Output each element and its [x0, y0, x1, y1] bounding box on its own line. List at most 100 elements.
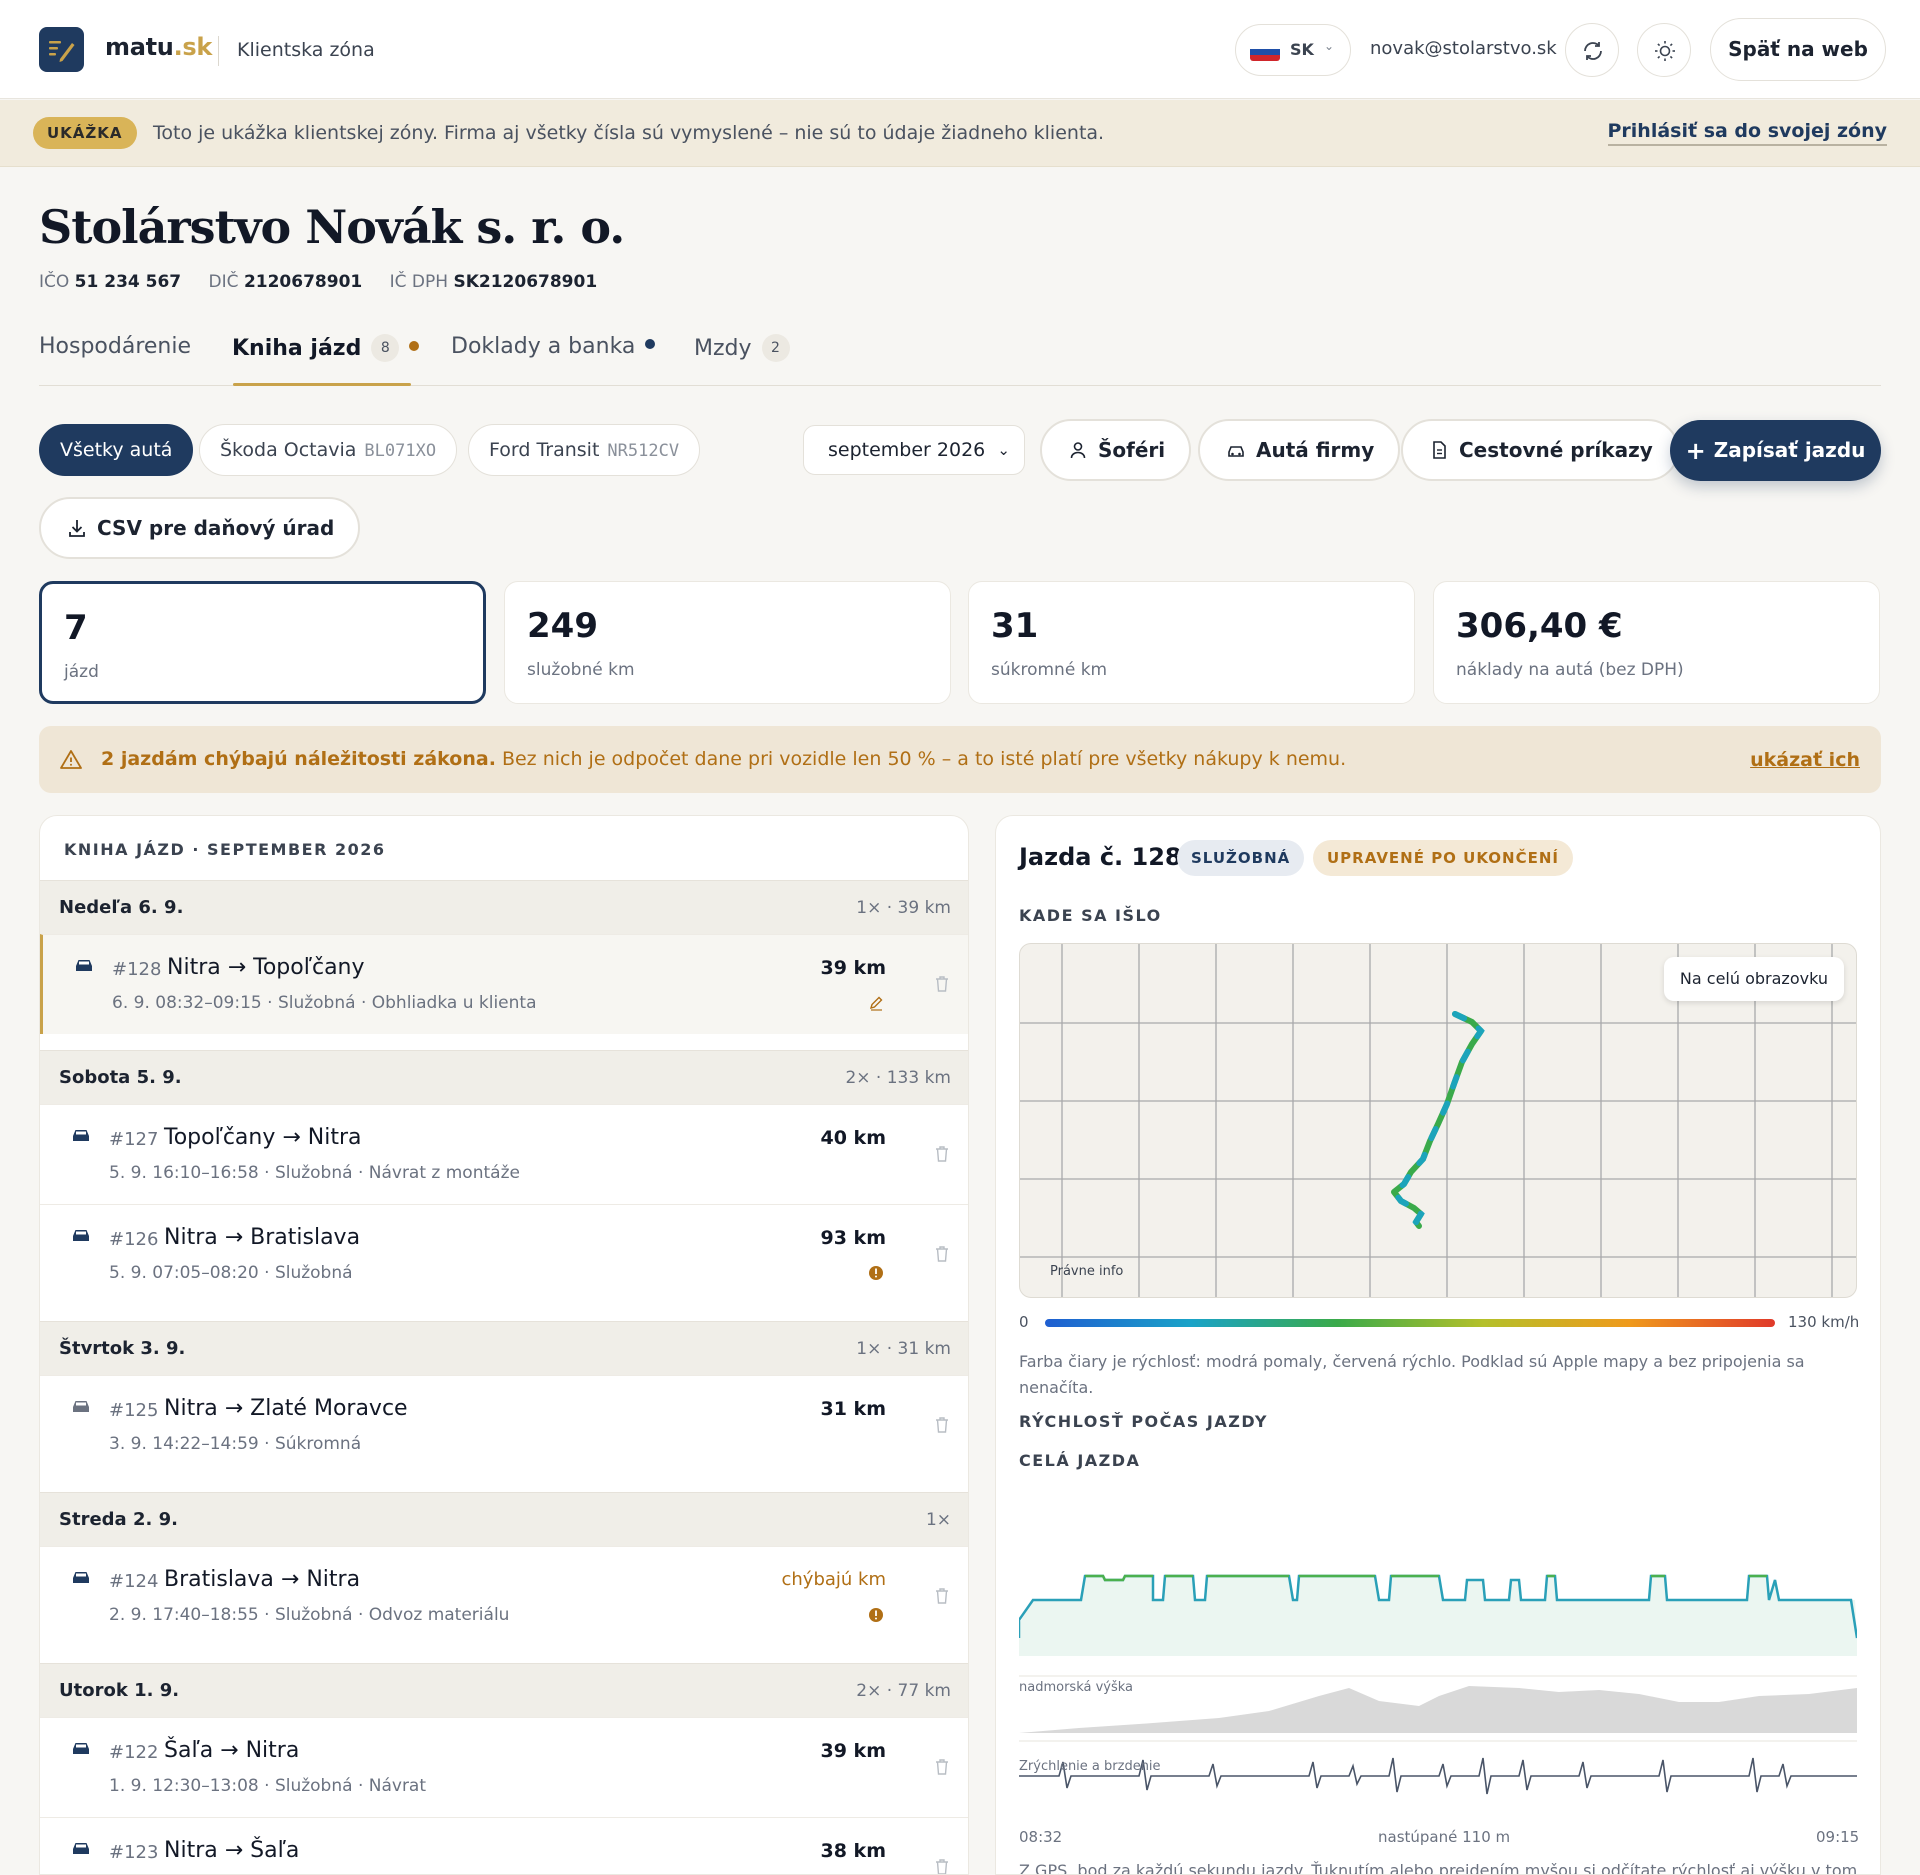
legal-info-link[interactable]: Právne info — [1050, 1264, 1123, 1279]
filter-car-skoda[interactable]: Škoda Octavia BL071XO — [199, 424, 458, 476]
alert-circle-icon — [869, 1266, 883, 1280]
filter-car-ford[interactable]: Ford Transit NR512CV — [468, 424, 701, 476]
trip-route: Bratislava → Nitra — [164, 1567, 361, 1592]
ico-label: IČO — [39, 272, 70, 292]
stat-private-km[interactable]: 31 súkromné km — [968, 581, 1415, 704]
trip-number: #125 — [109, 1400, 159, 1421]
delete-button[interactable] — [934, 1145, 950, 1163]
brand-name[interactable]: matu.sk — [105, 33, 212, 61]
trip-route: Nitra → Topoľčany — [167, 955, 365, 980]
speed-scale-min: 0 — [1019, 1313, 1029, 1331]
trip-km: 40 km — [820, 1127, 887, 1149]
language-selector[interactable]: SK ⌄ — [1235, 24, 1351, 76]
tab-kniha-jazd[interactable]: Kniha jázd 8 — [232, 334, 420, 362]
trip-meta: 6. 9. 08:32–09:15 · Služobná · Obhliadka… — [112, 993, 537, 1013]
trip-row-122[interactable]: #122 Šaľa → Nitra 1. 9. 12:30–13:08 · Sl… — [40, 1717, 968, 1817]
show-them-link[interactable]: ukázať ich — [1750, 749, 1860, 771]
company-cars-button[interactable]: Autá firmy — [1198, 419, 1401, 481]
time-start: 08:32 — [1019, 1828, 1063, 1846]
delete-button[interactable] — [934, 1416, 950, 1434]
csv-export-button[interactable]: CSV pre daňový úrad — [39, 497, 361, 559]
top-bar: matu.sk Klientska zóna SK ⌄ novak@stolar… — [0, 0, 1920, 99]
refresh-button[interactable] — [1565, 23, 1619, 77]
map-note: Farba čiary je rýchlosť: modrá pomaly, č… — [1019, 1352, 1805, 1397]
trip-km: 93 km — [820, 1227, 887, 1249]
route-map[interactable]: Na celú obrazovku Právne info — [1019, 943, 1857, 1298]
trip-row-124[interactable]: #124 Bratislava → Nitra 2. 9. 17:40–18:5… — [40, 1546, 968, 1646]
trip-route: Topoľčany → Nitra — [164, 1125, 362, 1150]
speed-profile-chart[interactable] — [1019, 1496, 1857, 1826]
delete-button[interactable] — [934, 1245, 950, 1263]
gps-footnote: Z GPS, bod za každú sekundu jazdy. Ťuknu… — [1019, 1861, 1858, 1875]
drivers-button[interactable]: Šoféri — [1040, 419, 1192, 481]
stat-business-km[interactable]: 249 služobné km — [504, 581, 951, 704]
notification-dot — [645, 339, 656, 349]
trip-route: Nitra → Zlaté Moravce — [164, 1396, 408, 1421]
tab-mzdy[interactable]: Mzdy 2 — [694, 334, 790, 362]
login-link[interactable]: Prihlásiť sa do svojej zóny — [1607, 120, 1887, 146]
trip-meta: 5. 9. 16:10–16:58 · Služobná · Návrat z … — [109, 1163, 520, 1183]
back-to-web-button[interactable]: Späť na web — [1710, 18, 1886, 81]
stat-label: súkromné km — [991, 660, 1108, 680]
stat-label: služobné km — [527, 660, 635, 680]
tab-hospodarenie[interactable]: Hospodárenie — [39, 334, 191, 359]
car-icon — [73, 1130, 89, 1141]
fullscreen-button[interactable]: Na celú obrazovku — [1663, 957, 1844, 1001]
person-icon — [1070, 442, 1086, 459]
trip-km: 38 km — [820, 1840, 887, 1862]
trip-detail-panel: Jazda č. 128 SLUŽOBNÁ UPRAVENÉ PO UKONČE… — [995, 815, 1881, 1875]
car-icon — [1228, 446, 1244, 457]
edited-badge: UPRAVENÉ PO UKONČENÍ — [1313, 840, 1573, 876]
icdph-label: IČ DPH — [389, 272, 449, 292]
theme-toggle-button[interactable] — [1637, 23, 1691, 77]
user-email: novak@stolarstvo.sk — [1370, 38, 1557, 59]
trip-row-127[interactable]: #127 Topoľčany → Nitra 5. 9. 16:10–16:58… — [40, 1104, 968, 1204]
tab-count-badge: 2 — [761, 334, 790, 362]
icdph-value: SK2120678901 — [453, 272, 598, 292]
whole-trip-tab[interactable]: CELÁ JAZDA — [1019, 1451, 1140, 1470]
day-header: Streda 2. 9. 1× — [40, 1492, 968, 1546]
stat-car-costs[interactable]: 306,40 € náklady na autá (bez DPH) — [1433, 581, 1880, 704]
trip-row-128[interactable]: #128 Nitra → Topoľčany 6. 9. 08:32–09:15… — [40, 934, 968, 1034]
notification-dot — [409, 341, 420, 351]
car-icon — [73, 1743, 89, 1754]
demo-banner: UKÁŽKA Toto je ukážka klientskej zóny. F… — [0, 100, 1920, 167]
legal-warning-alert: 2 jazdám chýbajú náležitosti zákona. Bez… — [39, 726, 1881, 793]
plus-icon: + — [1685, 437, 1706, 465]
trip-row-123[interactable]: #123 Nitra → Šaľa 38 km — [40, 1817, 968, 1875]
car-icon — [73, 1401, 89, 1412]
language-code: SK — [1290, 40, 1314, 59]
filter-all-cars[interactable]: Všetky autá — [39, 424, 194, 476]
trip-meta: 5. 9. 07:05–08:20 · Služobná — [109, 1263, 353, 1283]
speed-section-title: RÝCHLOSŤ POČAS JAZDY — [1019, 1412, 1269, 1431]
zone-title: Klientska zóna — [237, 39, 375, 61]
trip-route: Nitra → Šaľa — [164, 1838, 300, 1863]
logo-icon[interactable] — [39, 27, 84, 72]
stat-label: jázd — [64, 662, 99, 682]
speed-color-scale — [1045, 1319, 1775, 1327]
dic-label: DIČ — [208, 272, 239, 292]
tab-doklady-a-banka[interactable]: Doklady a banka — [451, 334, 656, 359]
delete-button[interactable] — [934, 1587, 950, 1605]
delete-button[interactable] — [934, 975, 950, 993]
delete-button[interactable] — [934, 1858, 950, 1875]
travel-orders-button[interactable]: Cestovné príkazy — [1401, 419, 1679, 481]
car-icon — [73, 1843, 89, 1854]
month-select[interactable]: september 2026 ⌄ — [803, 425, 1025, 475]
route-section-title: KADE SA IŠLO — [1019, 906, 1162, 925]
delete-button[interactable] — [934, 1758, 950, 1776]
day-header: Nedeľa 6. 9. 1× · 39 km — [40, 880, 968, 934]
add-trip-button[interactable]: + Zapísať jazdu — [1670, 420, 1881, 481]
demo-text: Toto je ukážka klientskej zóny. Firma aj… — [153, 122, 1105, 144]
chevron-down-icon: ⌄ — [1324, 39, 1335, 53]
trip-number: #123 — [109, 1842, 159, 1863]
month-value: september 2026 — [828, 439, 986, 461]
trip-row-125[interactable]: #125 Nitra → Zlaté Moravce 3. 9. 14:22–1… — [40, 1375, 968, 1475]
trip-km: 39 km — [820, 1740, 887, 1762]
trip-meta: 1. 9. 12:30–13:08 · Služobná · Návrat — [109, 1776, 427, 1796]
company-name: Stolárstvo Novák s. r. o. — [39, 200, 625, 254]
trip-row-126[interactable]: #126 Nitra → Bratislava 5. 9. 07:05–08:2… — [40, 1204, 968, 1304]
car-icon — [73, 1230, 89, 1241]
car-plate: NR512CV — [607, 441, 680, 461]
stat-trips[interactable]: 7 jázd — [39, 581, 486, 704]
